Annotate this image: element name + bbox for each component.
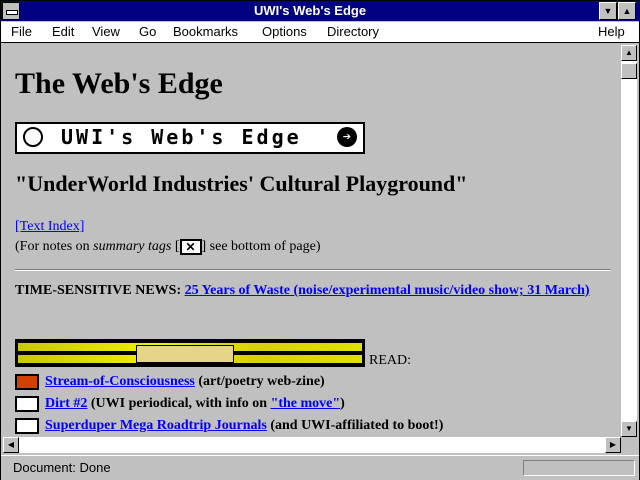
notes-bracket: [ (171, 239, 180, 255)
read-label: READ: (369, 353, 411, 368)
scroll-right-button[interactable]: ▶ (605, 437, 621, 453)
title-bar: UWI's Web's Edge ▼ ▲ (1, 1, 639, 21)
horizontal-scrollbar[interactable]: ◀ ▶ (3, 437, 621, 453)
logo-text: UWI's Web's Edge (61, 125, 302, 149)
menu-options[interactable]: Options (262, 24, 307, 39)
menu-edit[interactable]: Edit (52, 24, 74, 39)
page-content: The Web's Edge UWI's Web's Edge ➔ "Under… (3, 45, 619, 437)
progress-well (523, 460, 635, 476)
menu-directory[interactable]: Directory (327, 24, 379, 39)
browser-window: UWI's Web's Edge ▼ ▲ File Edit View Go B… (0, 0, 640, 480)
scroll-left-button[interactable]: ◀ (3, 437, 19, 453)
item-desc: (art/poetry web-zine) (194, 374, 325, 390)
menu-help[interactable]: Help (598, 24, 625, 39)
status-bar: Document: Done (1, 455, 639, 480)
minimize-icon: ▼ (603, 6, 613, 16)
divider (15, 269, 611, 271)
notes-suffix: ] see bottom of page) (201, 239, 321, 255)
maximize-button[interactable]: ▲ (618, 2, 636, 20)
menu-view[interactable]: View (92, 24, 120, 39)
list-item: Stream-of-Consciousness (art/poetry web-… (15, 374, 325, 390)
minimize-button[interactable]: ▼ (599, 2, 617, 20)
notes-prefix: (For notes on (15, 239, 94, 255)
item-desc-end: ) (340, 396, 345, 412)
list-item: Superduper Mega Roadtrip Journals (and U… (15, 418, 443, 434)
item-desc: (and UWI-affiliated to boot!) (266, 418, 444, 434)
list-item: Dirt #2 (UWI periodical, with info on "t… (15, 396, 345, 412)
journal-tag-icon (15, 418, 39, 434)
system-menu-icon (6, 10, 18, 15)
window-title: UWI's Web's Edge (253, 3, 367, 18)
logo-banner: UWI's Web's Edge ➔ (15, 122, 365, 154)
menu-go[interactable]: Go (139, 24, 156, 39)
system-menu-button[interactable] (2, 2, 20, 20)
item-link[interactable]: Dirt #2 (45, 396, 87, 411)
menu-bookmarks[interactable]: Bookmarks (173, 24, 238, 39)
news-label: TIME-SENSITIVE NEWS: (15, 283, 182, 298)
notes-emphasis: summary tags (93, 239, 172, 255)
item-desc: (UWI periodical, with info on (87, 396, 271, 412)
home-circle-icon (23, 127, 43, 147)
news-block: TIME-SENSITIVE NEWS: 25 Years of Waste (… (15, 281, 611, 301)
page-heading: The Web's Edge (15, 67, 223, 100)
arrow-circle-icon: ➔ (337, 127, 357, 147)
scroll-down-button[interactable]: ▼ (621, 421, 637, 437)
scrollbar-corner (621, 437, 637, 453)
periodical-tag-icon (15, 396, 39, 412)
zine-tag-icon (15, 374, 39, 390)
scroll-thumb[interactable] (621, 63, 637, 79)
the-move-link[interactable]: "the move" (271, 396, 341, 411)
menu-file[interactable]: File (11, 24, 32, 39)
left-arrow-icon: ◀ (7, 440, 15, 449)
maximize-icon: ▲ (622, 6, 632, 16)
summary-tags-note: (For notes on summary tags [✕] see botto… (15, 239, 320, 255)
up-arrow-icon: ▲ (625, 48, 633, 57)
item-link[interactable]: Stream-of-Consciousness (45, 374, 195, 389)
menu-bar: File Edit View Go Bookmarks Options Dire… (1, 22, 639, 43)
scroll-up-button[interactable]: ▲ (621, 45, 637, 61)
item-link[interactable]: Superduper Mega Roadtrip Journals (45, 418, 267, 433)
page-subheading: "UnderWorld Industries' Cultural Playgro… (15, 171, 468, 196)
right-arrow-icon: ▶ (609, 440, 617, 449)
down-arrow-icon: ▼ (625, 424, 633, 433)
text-index-link[interactable]: [Text Index] (15, 219, 84, 234)
news-link[interactable]: 25 Years of Waste (noise/experimental mu… (185, 283, 590, 298)
vertical-scrollbar[interactable]: ▲ ▼ (621, 45, 637, 437)
banner-scroll-icon (136, 345, 234, 363)
decorative-banner (15, 339, 365, 367)
status-text: Document: Done (13, 460, 111, 475)
summary-tag-x-icon: ✕ (179, 239, 202, 255)
